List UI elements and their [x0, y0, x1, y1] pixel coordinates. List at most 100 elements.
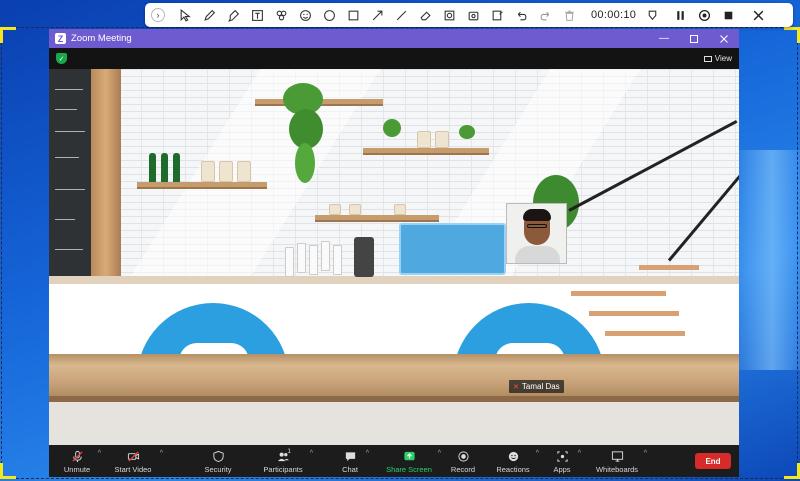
mic-muted-icon [71, 449, 84, 463]
chevron-up-icon[interactable]: ^ [310, 450, 313, 457]
record-button[interactable]: Record [449, 445, 477, 477]
plant [459, 125, 475, 139]
plant [295, 143, 315, 183]
bottle [173, 153, 180, 182]
shelf [137, 182, 267, 189]
marker-icon[interactable] [640, 5, 664, 25]
stair-step [639, 265, 699, 270]
emoji-icon[interactable] [293, 5, 317, 25]
stair-step [571, 291, 666, 296]
cup [309, 245, 318, 275]
meeting-header: ✓ View [49, 48, 739, 69]
security-button[interactable]: Security [201, 445, 235, 477]
share-screen-button[interactable]: Share Screen ^ [385, 445, 441, 477]
apps-button[interactable]: Apps ^ [551, 445, 581, 477]
chevron-up-icon[interactable]: ^ [644, 450, 647, 457]
webcam-icon[interactable] [692, 5, 716, 25]
stamp-icon[interactable] [269, 5, 293, 25]
stop-icon[interactable] [716, 5, 740, 25]
jar [219, 161, 233, 182]
chevron-up-icon[interactable]: ^ [98, 450, 101, 457]
crop-icon[interactable] [461, 5, 485, 25]
avatar-glasses [527, 224, 547, 228]
cup [297, 243, 306, 273]
arrow-icon[interactable] [365, 5, 389, 25]
security-label: Security [204, 465, 232, 474]
jar [349, 204, 361, 215]
participants-button[interactable]: 1 Participants ^ [261, 445, 313, 477]
highlighter-icon[interactable] [221, 5, 245, 25]
cup [333, 245, 342, 275]
counter-icon[interactable] [485, 5, 509, 25]
video-off-icon [127, 449, 140, 463]
reactions-label: Reactions [496, 465, 530, 474]
maximize-button[interactable] [679, 29, 709, 48]
capture-corner-handle[interactable] [784, 27, 800, 43]
shelf [363, 148, 489, 155]
avatar-hair [523, 209, 551, 221]
record-label: Record [450, 465, 476, 474]
pause-icon[interactable] [668, 5, 692, 25]
wooden-table [49, 354, 739, 400]
participant-video-tile[interactable] [506, 203, 567, 264]
cursor-icon[interactable] [173, 5, 197, 25]
end-meeting-button[interactable]: End [695, 453, 731, 469]
line-icon[interactable] [389, 5, 413, 25]
rectangle-icon[interactable] [341, 5, 365, 25]
whiteboards-button[interactable]: Whiteboards ^ [595, 445, 647, 477]
chat-button[interactable]: Chat ^ [339, 445, 369, 477]
share-screen-icon [403, 449, 416, 463]
unmute-button[interactable]: Unmute ^ [61, 445, 101, 477]
participant-name-tag: ✕ Tamal Das [509, 380, 564, 393]
bottle [149, 153, 156, 182]
view-button[interactable]: View [703, 54, 732, 63]
pen-icon[interactable] [197, 5, 221, 25]
window-title: Zoom Meeting [71, 33, 132, 44]
whiteboards-label: Whiteboards [595, 465, 639, 474]
chevron-up-icon[interactable]: ^ [438, 450, 441, 457]
chevron-up-icon[interactable]: ^ [366, 450, 369, 457]
annotation-toolbar: › 00:00:10 [145, 3, 793, 27]
jar [417, 131, 431, 148]
close-icon[interactable] [746, 5, 770, 25]
participants-label: Participants [263, 465, 303, 474]
close-window-button[interactable] [709, 29, 739, 48]
eraser-icon[interactable] [413, 5, 437, 25]
apps-label: Apps [553, 465, 571, 474]
jar [394, 204, 406, 215]
undo-icon[interactable] [509, 5, 533, 25]
redo-icon[interactable] [533, 5, 557, 25]
capture-corner-handle[interactable] [0, 463, 16, 479]
text-icon[interactable] [245, 5, 269, 25]
whiteboard-icon [611, 449, 624, 463]
share-screen-label: Share Screen [386, 465, 432, 474]
encryption-shield-icon[interactable]: ✓ [56, 53, 67, 64]
capture-corner-handle[interactable] [784, 463, 800, 479]
chevron-up-icon[interactable]: ^ [578, 450, 581, 457]
record-icon [457, 449, 470, 463]
stair-step [605, 331, 685, 336]
jar [435, 131, 449, 148]
expand-icon[interactable]: › [151, 8, 165, 22]
circle-icon[interactable] [317, 5, 341, 25]
blur-icon[interactable] [437, 5, 461, 25]
window-title-bar[interactable]: Z Zoom Meeting — [49, 29, 739, 48]
cup [321, 241, 330, 271]
delete-icon[interactable] [557, 5, 581, 25]
jar [201, 161, 215, 182]
participants-count: 1 [287, 448, 292, 455]
bottle [161, 153, 168, 182]
zoom-meeting-window: Z Zoom Meeting — ✓ View ✕ Tamal Das Unmu… [49, 29, 739, 477]
capture-corner-handle[interactable] [0, 27, 16, 43]
chevron-up-icon[interactable]: ^ [536, 450, 539, 457]
jar [329, 204, 341, 215]
zoom-logo-icon: Z [55, 33, 66, 44]
espresso-machine [399, 223, 506, 275]
muted-mic-icon: ✕ [513, 383, 519, 391]
reactions-button[interactable]: Reactions ^ [495, 445, 539, 477]
shelf [315, 215, 439, 222]
minimize-button[interactable]: — [649, 29, 679, 48]
start-video-button[interactable]: Start Video ^ [111, 445, 164, 477]
reaction-emoji-icon [507, 449, 520, 463]
chevron-up-icon[interactable]: ^ [160, 450, 163, 457]
